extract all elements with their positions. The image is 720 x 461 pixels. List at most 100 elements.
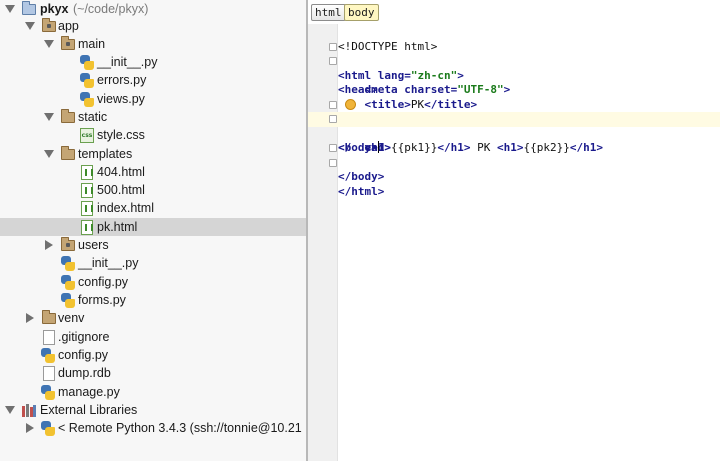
- folder-icon: [61, 146, 75, 160]
- tag-html-close: </html>: [338, 184, 385, 198]
- tree-item-label: dump.rdb: [58, 366, 111, 380]
- tree-item-main-init-py[interactable]: __init__.py: [0, 53, 306, 71]
- chevron-right-icon[interactable]: [26, 313, 34, 323]
- chevron-down-icon[interactable]: [44, 40, 54, 48]
- tree-item-label: main: [78, 37, 106, 51]
- code-line[interactable]: <title>PK</title>: [308, 83, 720, 111]
- fold-marker-icon[interactable]: [329, 115, 337, 123]
- tree-item-pk-html[interactable]: pk.html: [0, 218, 306, 236]
- chevron-right-icon[interactable]: [26, 423, 34, 433]
- css-file-icon: css: [80, 128, 94, 143]
- project-tree-panel[interactable]: pkyx (~/code/pkyx) app main __init__.py …: [0, 0, 306, 461]
- tree-item-config-py[interactable]: config.py: [0, 346, 306, 364]
- breadcrumb-html[interactable]: html: [311, 4, 346, 21]
- code-line[interactable]: ​<!DOCTYPE html>: [308, 25, 720, 53]
- python-file-icon: [61, 293, 75, 308]
- folder-icon: [61, 109, 75, 123]
- fold-marker-icon[interactable]: [329, 42, 337, 51]
- tree-item-gitignore[interactable]: .gitignore: [0, 328, 306, 346]
- python-file-icon: [80, 92, 94, 107]
- tree-item-label: config.py: [58, 348, 109, 362]
- tree-item-templates[interactable]: templates: [0, 145, 306, 163]
- libraries-icon: [22, 404, 36, 417]
- tree-item-views-py[interactable]: views.py: [0, 90, 306, 108]
- python-file-icon: [41, 348, 55, 363]
- chevron-down-icon[interactable]: [5, 5, 15, 13]
- tree-item-label: venv: [58, 311, 85, 325]
- code-editor[interactable]: html body ​<!DOCTYPE html> <html lang="z…: [308, 0, 720, 461]
- chevron-down-icon[interactable]: [44, 113, 54, 121]
- breadcrumb-body[interactable]: body: [344, 4, 379, 21]
- html-file-icon: [81, 183, 93, 198]
- tree-item-app[interactable]: app: [0, 17, 306, 35]
- package-folder-icon: [61, 237, 75, 251]
- tree-item-dump-rdb[interactable]: dump.rdb: [0, 364, 306, 382]
- code-line[interactable]: </html>: [308, 156, 720, 198]
- chevron-down-icon[interactable]: [5, 406, 15, 414]
- tree-item-errors-py[interactable]: errors.py: [0, 71, 306, 89]
- root-path: (~/code/pkyx): [73, 2, 149, 16]
- tree-item-manage-py[interactable]: manage.py: [0, 383, 306, 401]
- tree-item-label: __init__.py: [78, 256, 139, 270]
- tree-item-style-css[interactable]: css style.css: [0, 126, 306, 144]
- chevron-right-icon[interactable]: [45, 240, 53, 250]
- code-line-current[interactable]: <body>: [308, 112, 720, 154]
- tree-item-label: views.py: [97, 92, 145, 106]
- tree-item-label: .gitignore: [58, 330, 110, 344]
- root-name: pkyx: [40, 2, 69, 16]
- lightbulb-icon[interactable]: [345, 98, 356, 110]
- fold-marker-icon[interactable]: [329, 57, 337, 65]
- tree-item-label: External Libraries: [40, 403, 138, 417]
- python-file-icon: [61, 275, 75, 290]
- tree-root-pkyx[interactable]: pkyx (~/code/pkyx): [0, 0, 306, 18]
- tree-item-label: static: [78, 110, 108, 124]
- tag-body-close: </body>: [338, 170, 385, 183]
- tree-item-label: < Remote Python 3.4.3 (ssh://tonnie@10.2…: [58, 421, 302, 435]
- python-sdk-icon: [41, 421, 55, 436]
- code-line[interactable]: </body>: [308, 141, 720, 183]
- fold-marker-icon[interactable]: [329, 100, 337, 109]
- code-line[interactable]: <h1>{{pk1}}</h1> PK <h1>{{pk2}}</h1>: [308, 127, 720, 154]
- python-file-icon: [41, 385, 55, 400]
- html-file-icon: [81, 201, 93, 216]
- tree-item-forms-py[interactable]: forms.py: [0, 291, 306, 309]
- code-line[interactable]: <meta charset="UTF-8">: [308, 69, 720, 96]
- tree-item-404-html[interactable]: 404.html: [0, 163, 306, 181]
- tree-item-500-html[interactable]: 500.html: [0, 181, 306, 199]
- code-line[interactable]: <head>: [308, 54, 720, 96]
- text-file-icon: [43, 366, 55, 381]
- package-folder-icon: [42, 18, 56, 32]
- tree-item-app-config-py[interactable]: config.py: [0, 273, 306, 291]
- python-file-icon: [61, 256, 75, 271]
- python-file-icon: [80, 55, 94, 70]
- fold-marker-icon[interactable]: [329, 158, 337, 167]
- code-line[interactable]: <html lang="zh-cn">: [308, 40, 720, 82]
- tree-item-label: app: [58, 19, 79, 33]
- tree-item-static[interactable]: static: [0, 108, 306, 126]
- code-line[interactable]: </ ead>: [308, 98, 720, 154]
- tree-item-label: forms.py: [78, 293, 126, 307]
- tree-item-label: pk.html: [97, 220, 138, 234]
- tree-item-remote-python[interactable]: < Remote Python 3.4.3 (ssh://tonnie@10.2…: [0, 419, 306, 437]
- tree-item-label: 500.html: [97, 183, 145, 197]
- tree-item-label: manage.py: [58, 385, 120, 399]
- chevron-down-icon[interactable]: [44, 150, 54, 158]
- tree-item-label: style.css: [97, 128, 145, 142]
- tree-item-label: __init__.py: [97, 55, 158, 69]
- module-folder-icon: [22, 1, 36, 15]
- tree-item-label: config.py: [78, 275, 129, 289]
- tree-item-users[interactable]: users: [0, 236, 306, 254]
- tree-item-label: index.html: [97, 201, 154, 215]
- tree-item-label: 404.html: [97, 165, 145, 179]
- tree-item-external-libraries[interactable]: External Libraries: [0, 401, 306, 419]
- tree-item-main[interactable]: main: [0, 35, 306, 53]
- html-file-icon: [81, 165, 93, 180]
- tree-item-index-html[interactable]: index.html: [0, 199, 306, 217]
- chevron-down-icon[interactable]: [25, 22, 35, 30]
- fold-marker-icon[interactable]: [329, 144, 337, 152]
- tree-item-venv[interactable]: venv: [0, 309, 306, 327]
- python-file-icon: [80, 73, 94, 88]
- tree-item-app-init-py[interactable]: __init__.py: [0, 254, 306, 272]
- tree-item-label: templates: [78, 147, 133, 161]
- package-folder-icon: [61, 36, 75, 50]
